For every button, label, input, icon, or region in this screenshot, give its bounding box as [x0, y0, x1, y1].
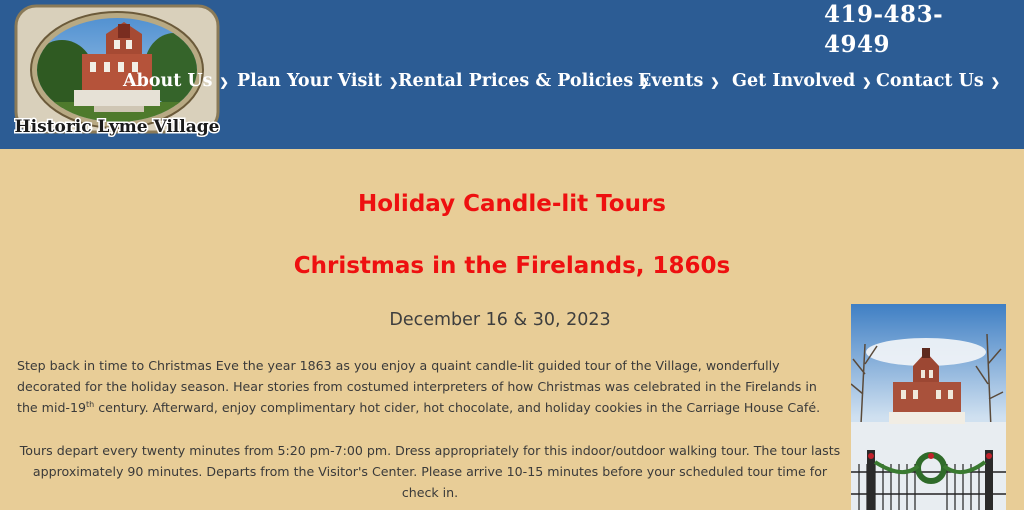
nav-label: Contact Us [876, 71, 984, 91]
description-text-b: century. Afterward, enjoy complimentary … [94, 400, 821, 415]
tour-info-paragraph: Tours depart every twenty minutes from 5… [19, 443, 841, 500]
nav-label: Plan Your Visit [237, 71, 383, 91]
nav-contact-us[interactable]: Contact Us ❯ [876, 67, 1000, 95]
nav-about-us[interactable]: About Us ❯ [123, 67, 229, 95]
nav-rental-prices[interactable]: Rental Prices & Policies ❯ [398, 67, 649, 95]
winter-house-photo [851, 304, 1006, 510]
chevron-down-icon: ❯ [990, 75, 1000, 89]
page-title: Holiday Candle-lit Tours [358, 191, 666, 217]
page-subtitle: Christmas in the Firelands, 1860s [293, 253, 731, 279]
nav-label: Get Involved [732, 71, 856, 91]
site-header: Historic Lyme Village 419-483-4949 About… [0, 0, 1024, 149]
phone-number[interactable]: 419-483-4949 [824, 0, 984, 58]
chevron-down-icon: ❯ [710, 75, 720, 89]
ordinal-suffix: th [86, 399, 95, 409]
nav-label: Events [638, 71, 704, 91]
chevron-down-icon: ❯ [389, 75, 399, 89]
description-paragraph: Step back in time to Christmas Eve the y… [17, 355, 837, 418]
nav-get-involved[interactable]: Get Involved ❯ [732, 67, 871, 95]
nav-label: Rental Prices & Policies [398, 71, 634, 91]
logo-text: Historic Lyme Village [15, 117, 220, 137]
event-date: December 16 & 30, 2023 [389, 310, 611, 330]
nav-events[interactable]: Events ❯ [638, 67, 720, 95]
chevron-down-icon: ❯ [862, 75, 872, 89]
nav-plan-your-visit[interactable]: Plan Your Visit ❯ [237, 67, 398, 95]
nav-label: About Us [123, 71, 213, 91]
chevron-down-icon: ❯ [219, 75, 229, 89]
